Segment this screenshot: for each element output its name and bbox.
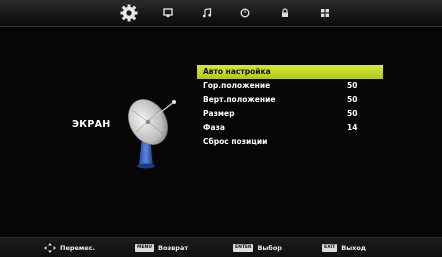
tab-lock[interactable] [274,4,296,22]
menu-item-label: Размер [203,109,235,118]
monitor-icon [163,8,173,18]
arrows-icon [44,242,56,253]
menu-item-auto-tune[interactable]: Авто настройка [197,65,383,79]
menu-item-phase[interactable]: Фаза 14 [197,121,383,135]
grid-icon [321,9,329,17]
menu-item-label: Фаза [203,123,225,132]
tab-options[interactable] [314,4,336,22]
menu-item-h-position[interactable]: Гор.положение 50 [197,79,383,93]
hint-select: ENTER Выбор [233,242,282,253]
clock-icon [240,8,250,18]
gear-icon [120,4,138,22]
tab-sound[interactable] [196,4,218,22]
menu-item-value: 50 [347,109,358,118]
menu-item-label: Гор.положение [203,81,271,90]
menu-item-value: 14 [347,123,358,132]
hint-back: MENU Возврат [135,242,188,253]
menu-item-label: Сброс позиции [203,137,268,146]
tab-settings[interactable] [118,4,140,22]
hint-move-label: Перемес. [60,243,95,252]
lock-icon [282,8,288,17]
menu-item-v-position[interactable]: Верт.положение 50 [197,93,383,107]
exit-key-badge: EXIT [322,243,338,252]
tab-picture[interactable] [157,4,179,22]
menu-item-size[interactable]: Размер 50 [197,107,383,121]
menu-key-badge: MENU [135,243,154,252]
page-title: ЭКРАН [72,119,111,130]
settings-menu: Авто настройка Гор.положение 50 Верт.пол… [197,65,383,149]
menu-item-value: 50 [347,95,358,104]
hint-back-label: Возврат [157,243,189,252]
menu-item-label: Верт.положение [203,95,276,104]
hint-bar: Перемес. MENU Возврат ENTER Выбор EXIT В… [0,237,442,257]
hint-exit-label: Выход [341,243,367,252]
top-menu-bar [0,0,442,27]
enter-key-badge: ENTER [233,243,254,252]
menu-item-label: Авто настройка [203,67,271,76]
hint-move: Перемес. [44,242,95,253]
music-note-icon [202,8,212,18]
tab-time[interactable] [234,4,256,22]
menu-item-value: 50 [347,81,358,90]
hint-exit: EXIT Выход [322,242,366,253]
satellite-dish-icon [128,99,176,169]
menu-item-reset-position[interactable]: Сброс позиции [197,135,383,149]
hint-select-label: Выбор [257,243,282,252]
